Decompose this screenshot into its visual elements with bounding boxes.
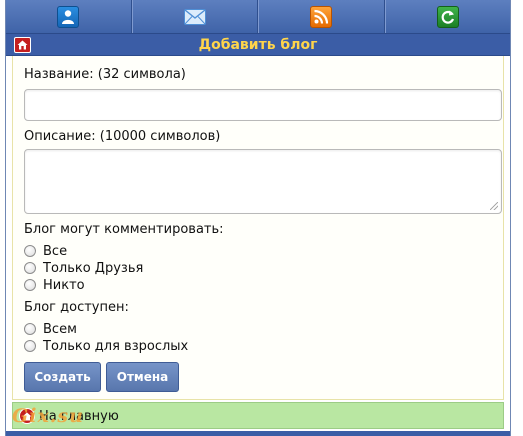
radio-label: Только для взрослых: [43, 338, 189, 354]
page-frame: Добавить блог Название: (32 символа) Опи…: [5, 0, 511, 436]
access-option-adults[interactable]: Только для взрослых: [24, 338, 188, 354]
description-textarea[interactable]: [24, 149, 502, 214]
radio-label: Никто: [43, 277, 85, 293]
radio-button[interactable]: [24, 323, 36, 335]
comment-option-nobody[interactable]: Никто: [24, 277, 85, 293]
radio-button[interactable]: [24, 340, 36, 352]
create-button[interactable]: Создать: [24, 362, 101, 392]
name-input[interactable]: [24, 89, 502, 121]
resize-grip-icon[interactable]: [490, 202, 498, 210]
rss-icon: [310, 5, 333, 28]
radio-button[interactable]: [24, 279, 36, 291]
radio-label: Все: [43, 243, 68, 259]
title-bar: Добавить блог: [6, 33, 510, 56]
user-icon: [57, 5, 80, 28]
top-nav-bar: [6, 0, 510, 33]
comment-option-all[interactable]: Все: [24, 243, 67, 259]
radio-button[interactable]: [24, 262, 36, 274]
description-label: Описание: (10000 символов): [24, 129, 221, 144]
nav-profile[interactable]: [6, 0, 132, 33]
access-option-everyone[interactable]: Всем: [24, 321, 77, 337]
radio-button[interactable]: [24, 245, 36, 257]
comment-option-friends[interactable]: Только Друзья: [24, 260, 143, 276]
nav-refresh[interactable]: [384, 0, 511, 33]
watermark-logo: Gix.su: [12, 405, 84, 427]
nav-mail[interactable]: [131, 0, 258, 33]
page-title: Добавить блог: [198, 37, 318, 53]
name-label: Название: (32 символа): [24, 67, 186, 82]
cancel-button[interactable]: Отмена: [106, 362, 179, 392]
footer-bar: На главную: [12, 402, 504, 429]
comment-permission-label: Блог могут комментировать:: [24, 222, 224, 237]
radio-label: Всем: [43, 321, 77, 337]
radio-label: Только Друзья: [43, 260, 144, 276]
access-label: Блог доступен:: [24, 300, 129, 315]
nav-rss[interactable]: [258, 0, 385, 33]
bottom-strip: [6, 431, 510, 436]
refresh-icon: [436, 5, 459, 28]
add-blog-form: Название: (32 символа) Описание: (10000 …: [12, 56, 504, 400]
mail-icon: [183, 6, 206, 28]
